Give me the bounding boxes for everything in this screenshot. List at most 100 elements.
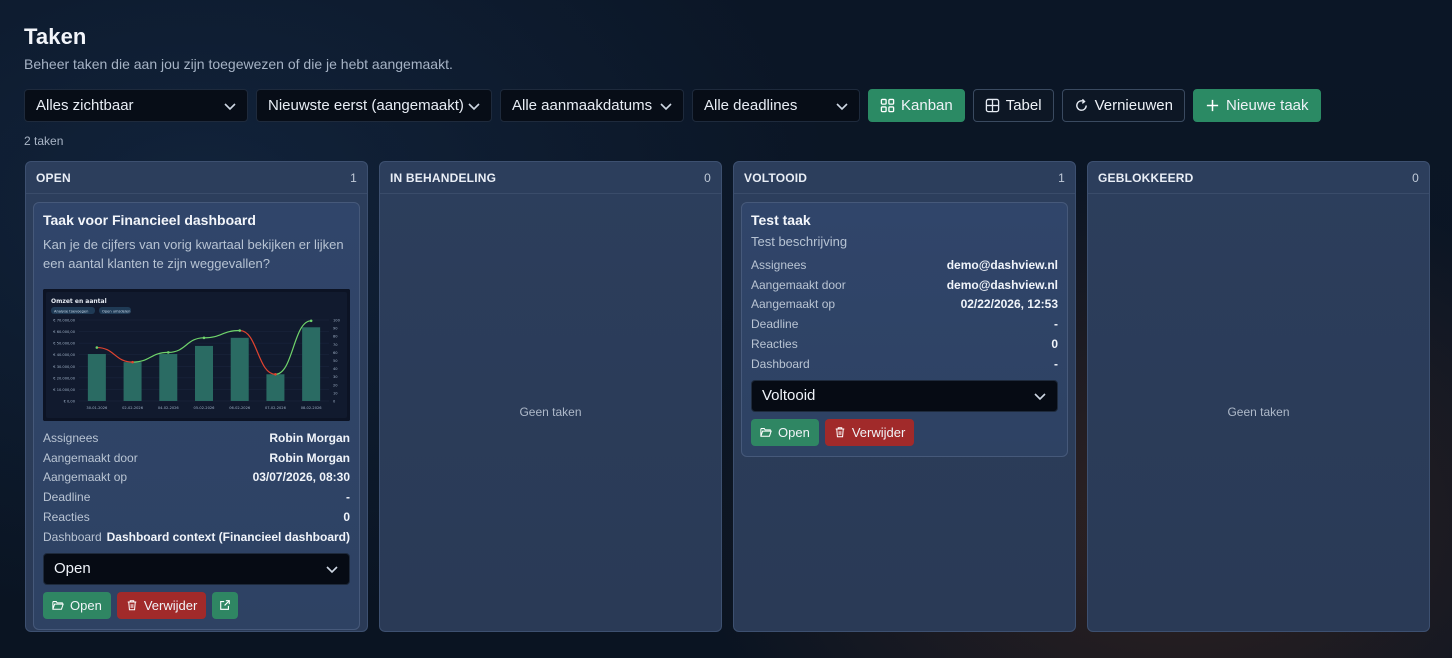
thumb-y2-tick: 30: [333, 375, 338, 379]
external-link-icon: [220, 600, 231, 611]
thumb-y2-tick: 50: [333, 359, 338, 363]
new-task-label: Nieuwe taak: [1225, 97, 1309, 114]
meta-value: 0: [1051, 337, 1058, 352]
task-actions: Open Verwijder: [43, 591, 350, 619]
thumb-bar: [230, 337, 249, 401]
grid-icon: [880, 98, 895, 113]
thumb-y2-tick: 100: [333, 319, 341, 323]
visibility-filter-select[interactable]: Alles zichtbaar: [24, 89, 248, 122]
thumb-bar: [266, 374, 285, 401]
dashboard-thumbnail[interactable]: Omzet en aantal Analyse toevoegen Open u…: [43, 289, 350, 421]
task-meta: Assignees Robin Morgan Aangemaakt door Rob…: [43, 428, 350, 547]
task-title: Taak voor Financieel dashboard: [43, 212, 256, 228]
meta-value: demo@dashview.nl: [946, 257, 1058, 272]
task-title: Test taak: [751, 212, 811, 228]
thumb-x-tick: 07-02-2026: [265, 406, 287, 410]
task-card[interactable]: Test taak Test beschrijving Assignees dem…: [741, 202, 1068, 457]
task-actions: Open Verwijder: [751, 418, 1058, 446]
status-value: Open: [54, 560, 91, 578]
thumb-x-tick: 04-02-2026: [158, 406, 180, 410]
trash-icon: [127, 600, 137, 611]
empty-column-text: Geen taken: [519, 405, 582, 419]
open-label: Open: [778, 424, 810, 440]
chevron-down-icon: [326, 566, 338, 573]
new-task-button[interactable]: Nieuwe taak: [1192, 89, 1321, 122]
open-button[interactable]: Open: [43, 591, 111, 619]
meta-label: Aangemaakt op: [43, 470, 128, 485]
meta-value: -: [1054, 317, 1058, 332]
column-done: VOLTOOID 1 Test taak Test beschrijving A…: [733, 161, 1076, 632]
thumb-bar: [123, 362, 142, 401]
refresh-button[interactable]: Vernieuwen: [1061, 89, 1185, 122]
column-title: IN BEHANDELING: [390, 170, 497, 185]
thumb-y-tick: € 30.000,00: [53, 365, 75, 369]
plus-icon: [1206, 99, 1219, 112]
meta-label: Assignees: [43, 430, 99, 445]
toolbar: Alles zichtbaar Nieuwste eerst (aangemaa…: [24, 89, 1321, 122]
delete-label: Verwijder: [143, 597, 198, 613]
created-date-filter-value: Alle aanmaakdatums: [512, 97, 653, 114]
column-blocked: GEBLOKKEERD 0 Geen taken: [1087, 161, 1430, 632]
task-card[interactable]: Taak voor Financieel dashboard Kan je de…: [33, 202, 360, 630]
trash-icon: [835, 427, 845, 438]
column-title: GEBLOKKEERD: [1098, 170, 1194, 185]
meta-row-deadline: Deadline -: [751, 314, 1058, 334]
meta-label: Aangemaakt door: [751, 277, 846, 292]
status-select[interactable]: Open: [43, 552, 350, 585]
empty-column-text: Geen taken: [1227, 405, 1290, 419]
thumb-title: Omzet en aantal: [51, 298, 107, 305]
thumb-x-tick: 05-02-2026: [194, 406, 216, 410]
chevron-down-icon: [224, 102, 236, 110]
thumb-y-tick: € 70.000,00: [53, 319, 75, 323]
visibility-filter-value: Alles zichtbaar: [36, 97, 134, 114]
meta-label: Dashboard: [751, 356, 810, 371]
thumb-x-tick: 30-01-2026: [86, 406, 108, 410]
meta-value: -: [1054, 356, 1058, 371]
task-meta: Assignees demo@dashview.nl Aangemaakt doo…: [751, 255, 1058, 374]
meta-label: Assignees: [751, 257, 807, 272]
thumb-y2-tick: 90: [333, 327, 338, 331]
table-view-button[interactable]: Tabel: [972, 89, 1054, 122]
thumb-y2-tick: 20: [333, 383, 338, 387]
open-button[interactable]: Open: [751, 418, 819, 446]
thumb-bar: [159, 354, 178, 401]
task-description: Test beschrijving: [751, 234, 848, 249]
thumb-y2-tick: 70: [333, 343, 338, 347]
open-external-button[interactable]: [212, 591, 239, 619]
column-count: 0: [1412, 170, 1419, 185]
table-label: Tabel: [1005, 97, 1042, 114]
status-select[interactable]: Voltooid: [751, 379, 1058, 412]
meta-row-dashboard: Dashboard -: [751, 354, 1058, 374]
thumb-y-tick: € 50.000,00: [53, 342, 75, 346]
thumb-y2-tick: 80: [333, 335, 338, 339]
delete-button[interactable]: Verwijder: [824, 418, 915, 446]
thumb-chip-1: Analyse toevoegen: [54, 310, 88, 314]
thumb-y-tick: € 40.000,00: [53, 353, 75, 357]
column-header: VOLTOOID 1: [734, 162, 1075, 194]
thumb-point: [238, 329, 242, 332]
thumb-point: [274, 372, 277, 376]
thumb-y-tick: € 10.000,00: [53, 388, 75, 392]
column-title: OPEN: [36, 170, 71, 185]
meta-value: Robin Morgan: [269, 450, 350, 465]
thumb-point: [166, 351, 170, 354]
folder-open-icon: [760, 428, 772, 438]
deadline-filter-select[interactable]: Alle deadlines: [692, 89, 860, 122]
meta-label: Reacties: [43, 510, 90, 525]
meta-label: Deadline: [751, 317, 799, 332]
chevron-down-icon: [1034, 393, 1046, 400]
meta-row-reactions: Reacties 0: [751, 334, 1058, 354]
delete-button[interactable]: Verwijder: [116, 591, 207, 619]
thumb-y-tick: € 60.000,00: [53, 330, 75, 334]
column-count: 0: [704, 170, 711, 185]
column-in-progress: IN BEHANDELING 0 Geen taken: [379, 161, 722, 632]
deadline-filter-value: Alle deadlines: [704, 97, 798, 114]
refresh-icon: [1075, 98, 1087, 111]
kanban-view-button[interactable]: Kanban: [868, 89, 965, 122]
created-date-filter-select[interactable]: Alle aanmaakdatums: [500, 89, 684, 122]
meta-value: Robin Morgan: [269, 430, 350, 445]
sort-select[interactable]: Nieuwste eerst (aangemaakt): [256, 89, 492, 122]
meta-row-assignees: Assignees Robin Morgan: [43, 428, 350, 448]
meta-row-created-by: Aangemaakt door Robin Morgan: [43, 448, 350, 468]
thumb-point: [95, 346, 99, 349]
